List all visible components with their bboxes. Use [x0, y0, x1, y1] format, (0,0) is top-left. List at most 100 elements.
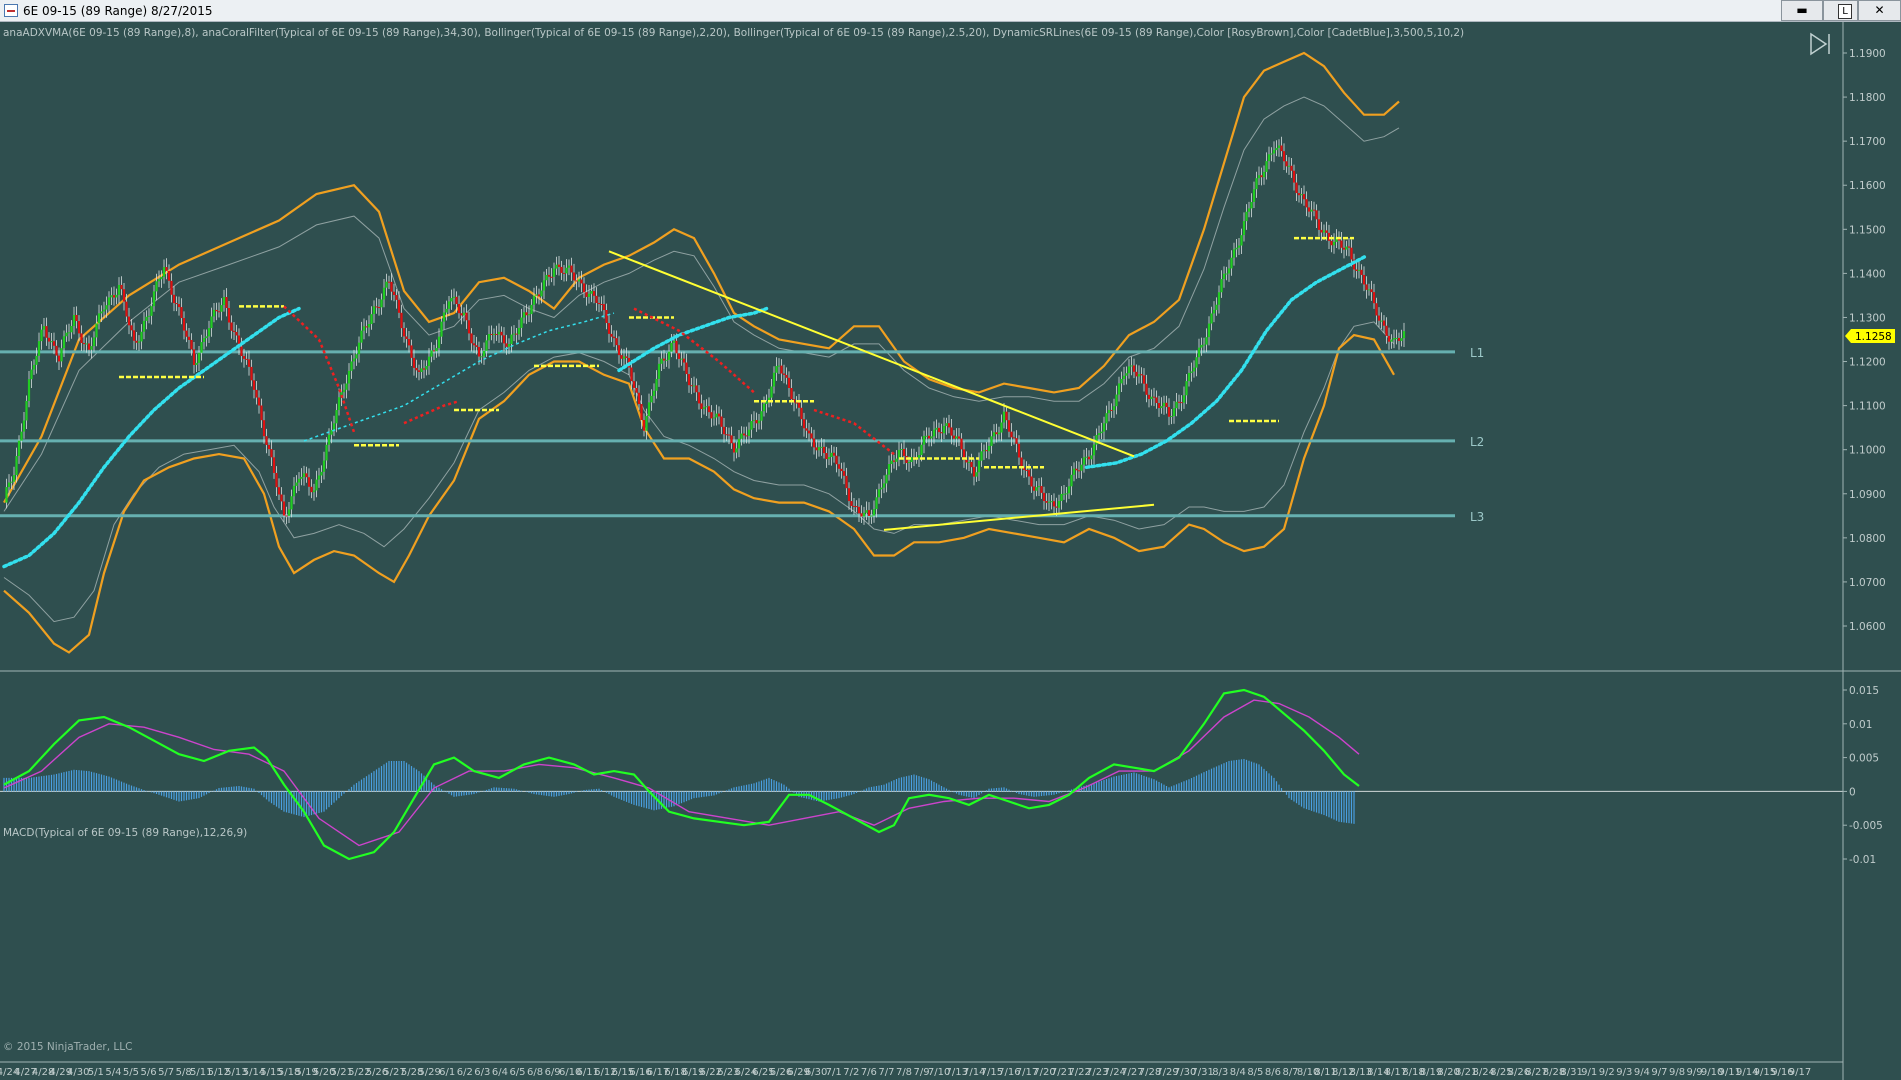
down-candle: [417, 370, 421, 372]
down-candle: [732, 443, 736, 453]
up-candle: [297, 478, 301, 483]
down-candle: [632, 381, 636, 388]
down-candle: [842, 471, 846, 476]
down-candle: [1077, 470, 1081, 472]
down-candle: [1157, 403, 1161, 409]
down-candle: [1365, 284, 1368, 290]
price-tick-label: 1.1300: [1849, 312, 1886, 324]
up-candle: [1137, 374, 1141, 377]
down-candle: [1152, 396, 1156, 398]
down-candle: [245, 358, 248, 360]
up-candle: [657, 363, 661, 379]
up-candle: [435, 348, 438, 352]
down-candle: [242, 356, 246, 359]
price-tick-label: 1.1400: [1849, 268, 1886, 280]
up-candle: [42, 326, 46, 330]
date-tick-label: 7/7: [878, 1067, 894, 1078]
up-candle: [990, 436, 993, 446]
window-titlebar: 6E 09-15 (89 Range) 8/27/2015 ▬ L ✕: [0, 0, 1901, 22]
date-tick-label: 6/3: [474, 1067, 490, 1078]
up-candle: [287, 509, 291, 516]
down-candle: [1315, 210, 1318, 220]
up-candle: [1107, 409, 1111, 414]
up-candle: [382, 287, 386, 300]
up-candle: [872, 509, 876, 516]
down-candle: [1290, 165, 1293, 171]
price-tick-label: 1.1200: [1849, 357, 1886, 369]
up-candle: [740, 433, 743, 439]
up-candle: [320, 471, 323, 476]
up-candle: [1277, 145, 1281, 148]
down-candle: [1342, 247, 1346, 250]
price-tick-label: 1.1000: [1849, 445, 1886, 457]
up-candle: [1345, 246, 1348, 250]
down-candle: [402, 328, 406, 337]
up-candle: [665, 359, 668, 361]
down-candle: [407, 339, 411, 346]
date-tick-label: 7/8: [896, 1067, 912, 1078]
down-candle: [182, 318, 186, 331]
date-tick-label: 9/3: [1616, 1067, 1632, 1078]
up-candle: [667, 351, 671, 360]
down-candle: [120, 284, 123, 290]
down-candle: [310, 486, 313, 493]
up-candle: [290, 496, 293, 510]
up-candle: [1357, 269, 1361, 271]
date-tick-label: 6/1: [439, 1067, 455, 1078]
down-candle: [825, 453, 828, 460]
down-candle: [1340, 240, 1343, 248]
down-candle: [252, 380, 256, 390]
down-candle: [972, 467, 976, 477]
down-candle: [167, 270, 171, 281]
up-candle: [772, 372, 776, 387]
date-tick-label: 7/1: [826, 1067, 842, 1078]
down-candle: [995, 432, 998, 435]
up-candle: [1227, 268, 1231, 274]
down-candle: [562, 272, 566, 274]
up-candle: [1060, 493, 1063, 501]
up-candle: [450, 297, 453, 302]
up-candle: [567, 265, 571, 268]
down-candle: [1015, 438, 1018, 444]
down-candle: [560, 266, 563, 273]
up-candle: [1185, 381, 1188, 396]
close-button[interactable]: ✕: [1858, 0, 1901, 21]
down-candle: [1377, 315, 1381, 321]
down-candle: [175, 303, 178, 305]
down-candle: [465, 312, 468, 321]
down-candle: [1387, 335, 1391, 342]
down-candle: [1375, 303, 1378, 316]
restore-button[interactable]: L: [1823, 0, 1858, 21]
down-candle: [1165, 402, 1168, 408]
up-candle: [1057, 500, 1061, 508]
up-candle: [10, 481, 13, 483]
down-candle: [505, 343, 508, 347]
down-candle: [805, 428, 808, 431]
up-candle: [355, 354, 358, 359]
down-candle: [177, 304, 181, 308]
up-candle: [1402, 331, 1406, 339]
up-candle: [762, 403, 766, 412]
up-candle: [1267, 154, 1271, 162]
date-tick-label: 8/3: [1212, 1067, 1228, 1078]
up-candle: [1175, 401, 1178, 409]
date-tick-label: 4/30: [67, 1067, 89, 1078]
up-candle: [1090, 455, 1093, 460]
down-candle: [235, 331, 238, 336]
minimize-button[interactable]: ▬: [1781, 0, 1823, 21]
up-candle: [195, 362, 198, 365]
down-candle: [45, 326, 48, 338]
up-candle: [507, 343, 511, 347]
down-candle: [127, 316, 131, 326]
last-price-label: 1.1258: [1855, 331, 1892, 343]
down-candle: [185, 330, 188, 337]
down-candle: [277, 487, 281, 495]
down-candle: [57, 355, 61, 362]
down-candle: [525, 312, 528, 316]
price-tick-label: 1.0800: [1849, 533, 1886, 545]
up-candle: [357, 342, 361, 355]
sr-level-label: L3: [1470, 510, 1484, 524]
macd-label: MACD(Typical of 6E 09-15 (89 Range),12,2…: [3, 827, 247, 839]
up-candle: [552, 268, 556, 277]
up-candle: [1250, 201, 1253, 209]
